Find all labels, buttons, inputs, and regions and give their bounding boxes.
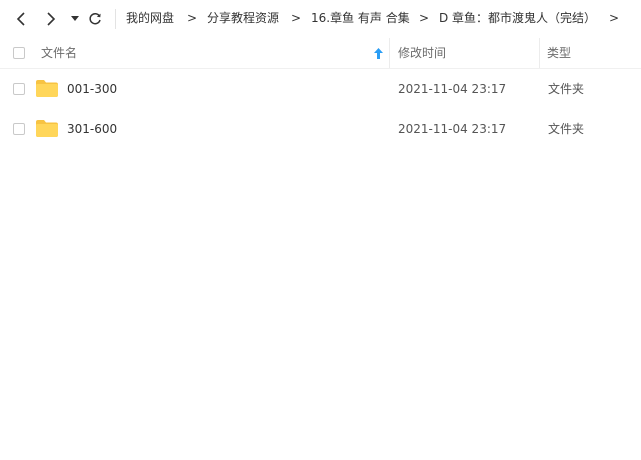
column-divider[interactable] [389,38,390,68]
file-list-header: 文件名 修改时间 类型 [0,38,641,69]
row-checkbox[interactable] [13,83,25,95]
file-row[interactable]: 001-300 2021-11-04 23:17 文件夹 [0,69,641,109]
column-header-type[interactable]: 类型 [547,45,571,61]
refresh-button[interactable] [85,9,105,29]
sort-ascending-icon[interactable] [374,48,383,59]
file-name[interactable]: 301-600 [67,121,117,137]
navigation-toolbar: 我的网盘 > 分享教程资源 > 16.章鱼 有声 合集 > D 章鱼：都市渡鬼人… [0,0,641,38]
breadcrumb-more-chevron[interactable]: > [609,10,619,26]
breadcrumb-separator: > [187,11,198,25]
chevron-right-icon [47,12,56,26]
forward-button[interactable] [41,9,61,29]
chevron-left-icon [16,12,25,26]
folder-icon [36,80,58,97]
caret-down-icon [71,16,79,21]
file-type: 文件夹 [548,82,585,96]
toolbar-divider [115,9,116,29]
column-divider[interactable] [539,38,540,68]
file-row[interactable]: 301-600 2021-11-04 23:17 文件夹 [0,109,641,149]
breadcrumb-audio-collection[interactable]: 16.章鱼 有声 合集 [311,10,410,26]
file-type: 文件夹 [548,122,585,136]
breadcrumb-current-folder[interactable]: D 章鱼：都市渡鬼人（完结） [439,10,596,26]
column-header-name[interactable]: 文件名 [41,45,77,61]
breadcrumb-separator: > [419,11,430,25]
breadcrumb-separator: > [291,11,302,25]
row-checkbox[interactable] [13,123,25,135]
breadcrumb-my-drive[interactable]: 我的网盘 [126,10,174,26]
empty-list-area[interactable] [0,149,641,460]
select-all-checkbox[interactable] [13,47,25,59]
file-modified-time: 2021-11-04 23:17 [398,122,507,136]
file-modified-time: 2021-11-04 23:17 [398,82,507,96]
column-header-modified[interactable]: 修改时间 [398,45,446,61]
breadcrumb-shared-tutorials[interactable]: 分享教程资源 [207,10,279,26]
file-name[interactable]: 001-300 [67,81,117,97]
back-button[interactable] [11,9,31,29]
history-dropdown-button[interactable] [65,9,85,29]
folder-icon [36,120,58,137]
refresh-icon [89,12,101,25]
